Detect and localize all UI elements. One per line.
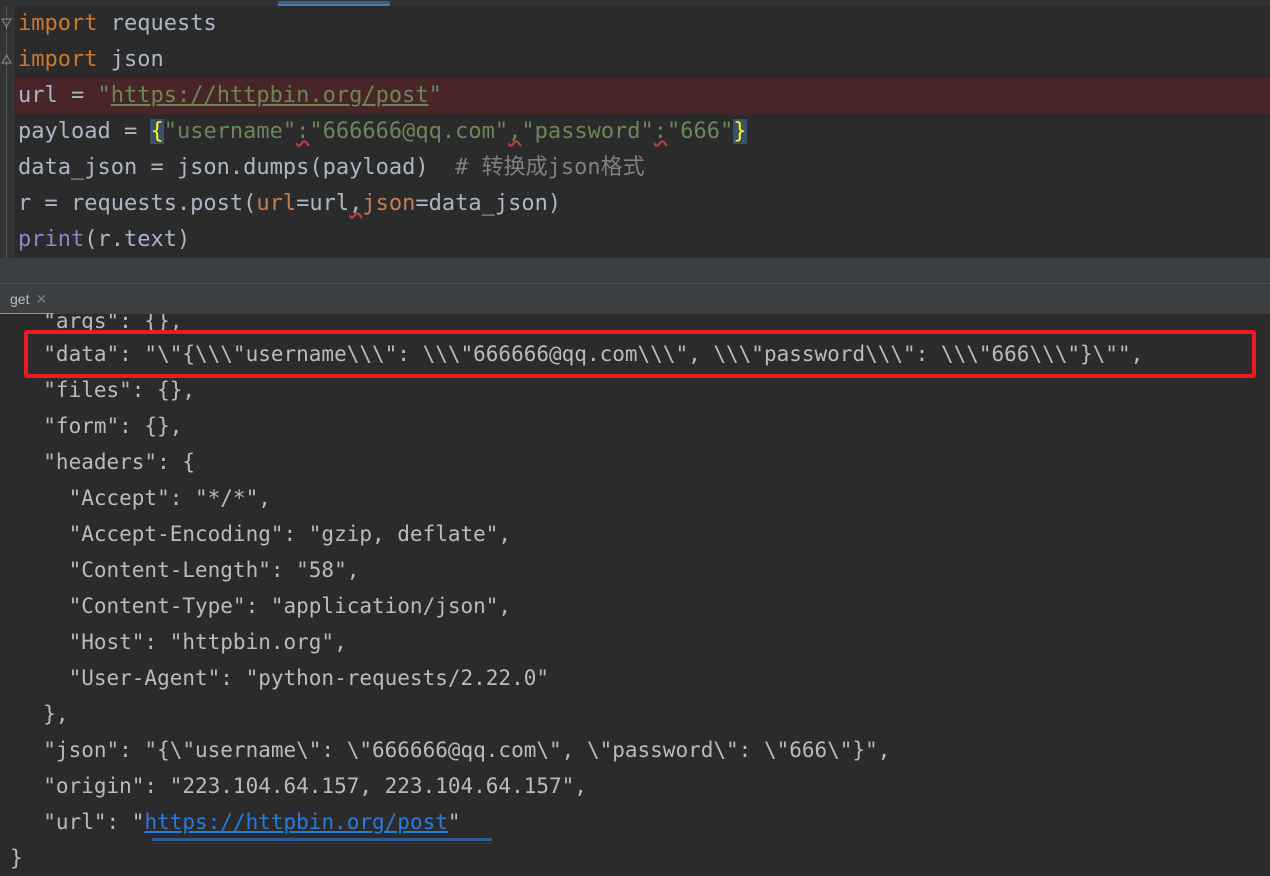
comma-token: ,: [508, 119, 522, 144]
fold-collapse-icon[interactable]: [1, 18, 12, 29]
dict-value-username: "666666@qq.com": [309, 119, 509, 144]
code-line-url[interactable]: url = "https://httpbin.org/post": [14, 78, 1270, 114]
code-line-print[interactable]: print(r.text): [14, 222, 1270, 258]
kwarg-url: url: [256, 191, 297, 216]
url-link-token[interactable]: https://httpbin.org/post: [111, 83, 429, 108]
output-line-data: "data": "\"{\\\"username\\\": \\\"666666…: [18, 342, 1144, 366]
module-token: requests: [97, 11, 217, 36]
output-line-json: "json": "{\"username\": \"666666@qq.com\…: [18, 738, 891, 762]
assignment-token: url =: [18, 83, 98, 108]
module-token: json: [97, 47, 164, 72]
output-line-form: "form": {},: [18, 414, 183, 438]
output-line-host: "Host": "httpbin.org",: [18, 630, 347, 654]
code-line-payload[interactable]: payload = {"username":"666666@qq.com","p…: [14, 114, 1270, 150]
colon-token: :: [653, 119, 668, 144]
dict-key-username: "username": [163, 119, 297, 144]
output-line-content-type: "Content-Type": "application/json",: [18, 594, 512, 618]
output-line-accept: "Accept": "*/*",: [18, 486, 271, 510]
output-line-accept-encoding: "Accept-Encoding": "gzip, deflate",: [18, 522, 512, 546]
code-editor-pane[interactable]: import requests import json url = "https…: [0, 6, 1270, 258]
output-url-suffix: ": [447, 810, 461, 834]
output-line-user-agent: "User-Agent": "python-requests/2.22.0": [18, 666, 550, 690]
code-line-import-json[interactable]: import json: [14, 42, 1270, 78]
quote-token: ": [97, 83, 111, 108]
dict-key-password: "password": [521, 119, 654, 144]
statement-token: r = requests.post(: [18, 191, 257, 216]
close-icon[interactable]: ✕: [35, 292, 47, 306]
keyword-token: import: [18, 47, 98, 72]
fold-collapse-icon[interactable]: [1, 54, 12, 65]
output-line-files: "files": {},: [18, 378, 196, 402]
editor-gutter[interactable]: [0, 6, 14, 258]
comment-token: # 转换成json格式: [455, 155, 645, 180]
output-line-origin: "origin": "223.104.64.157, 223.104.64.15…: [18, 774, 587, 798]
value-token: =data_json): [415, 191, 562, 216]
code-line-post-request[interactable]: r = requests.post(url=url,json=data_json…: [14, 186, 1270, 222]
console-tab-label: get: [10, 291, 30, 307]
run-console-output[interactable]: "args": {}, "data": "\"{\\\"username\\\"…: [0, 314, 1270, 876]
background-window-edge-shadow: [152, 843, 492, 844]
matching-brace-open: {: [150, 119, 164, 144]
run-console-tabbar[interactable]: get ✕: [0, 284, 1270, 315]
output-url-prefix: "url": ": [18, 810, 145, 834]
matching-brace-close: }: [733, 119, 747, 144]
assignment-token: payload =: [18, 119, 151, 144]
output-line-headers: "headers": {: [18, 450, 196, 474]
pane-splitter[interactable]: [0, 258, 1270, 284]
output-line-headers-close: },: [18, 702, 69, 726]
output-line-args: "args": {},: [18, 314, 183, 333]
statement-token: data_json = json.dumps(payload): [18, 155, 456, 180]
argument-token: (r.text): [84, 227, 191, 252]
console-tab-get[interactable]: get ✕: [4, 284, 53, 314]
quote-token: ": [428, 83, 442, 108]
code-line-import-requests[interactable]: import requests: [14, 6, 1270, 42]
gutter-indent-guide: [6, 6, 7, 258]
output-line-url: "url": "https://httpbin.org/post": [0, 804, 1270, 840]
background-window-edge: [152, 838, 492, 841]
output-line-close-brace: }: [10, 846, 23, 870]
value-token: =url: [296, 191, 350, 216]
output-line-content-length: "Content-Length": "58",: [18, 558, 360, 582]
comma-token: ,: [349, 191, 363, 216]
colon-token: :: [296, 119, 310, 144]
output-url-link[interactable]: https://httpbin.org/post: [144, 810, 447, 834]
kwarg-json: json: [362, 191, 416, 216]
builtin-print-token: print: [18, 227, 85, 252]
ide-window: import requests import json url = "https…: [0, 0, 1270, 876]
keyword-token: import: [18, 11, 98, 36]
code-lines[interactable]: import requests import json url = "https…: [14, 6, 1270, 258]
dict-value-password: "666": [667, 119, 734, 144]
code-line-data-json[interactable]: data_json = json.dumps(payload) # 转换成jso…: [14, 150, 1270, 186]
